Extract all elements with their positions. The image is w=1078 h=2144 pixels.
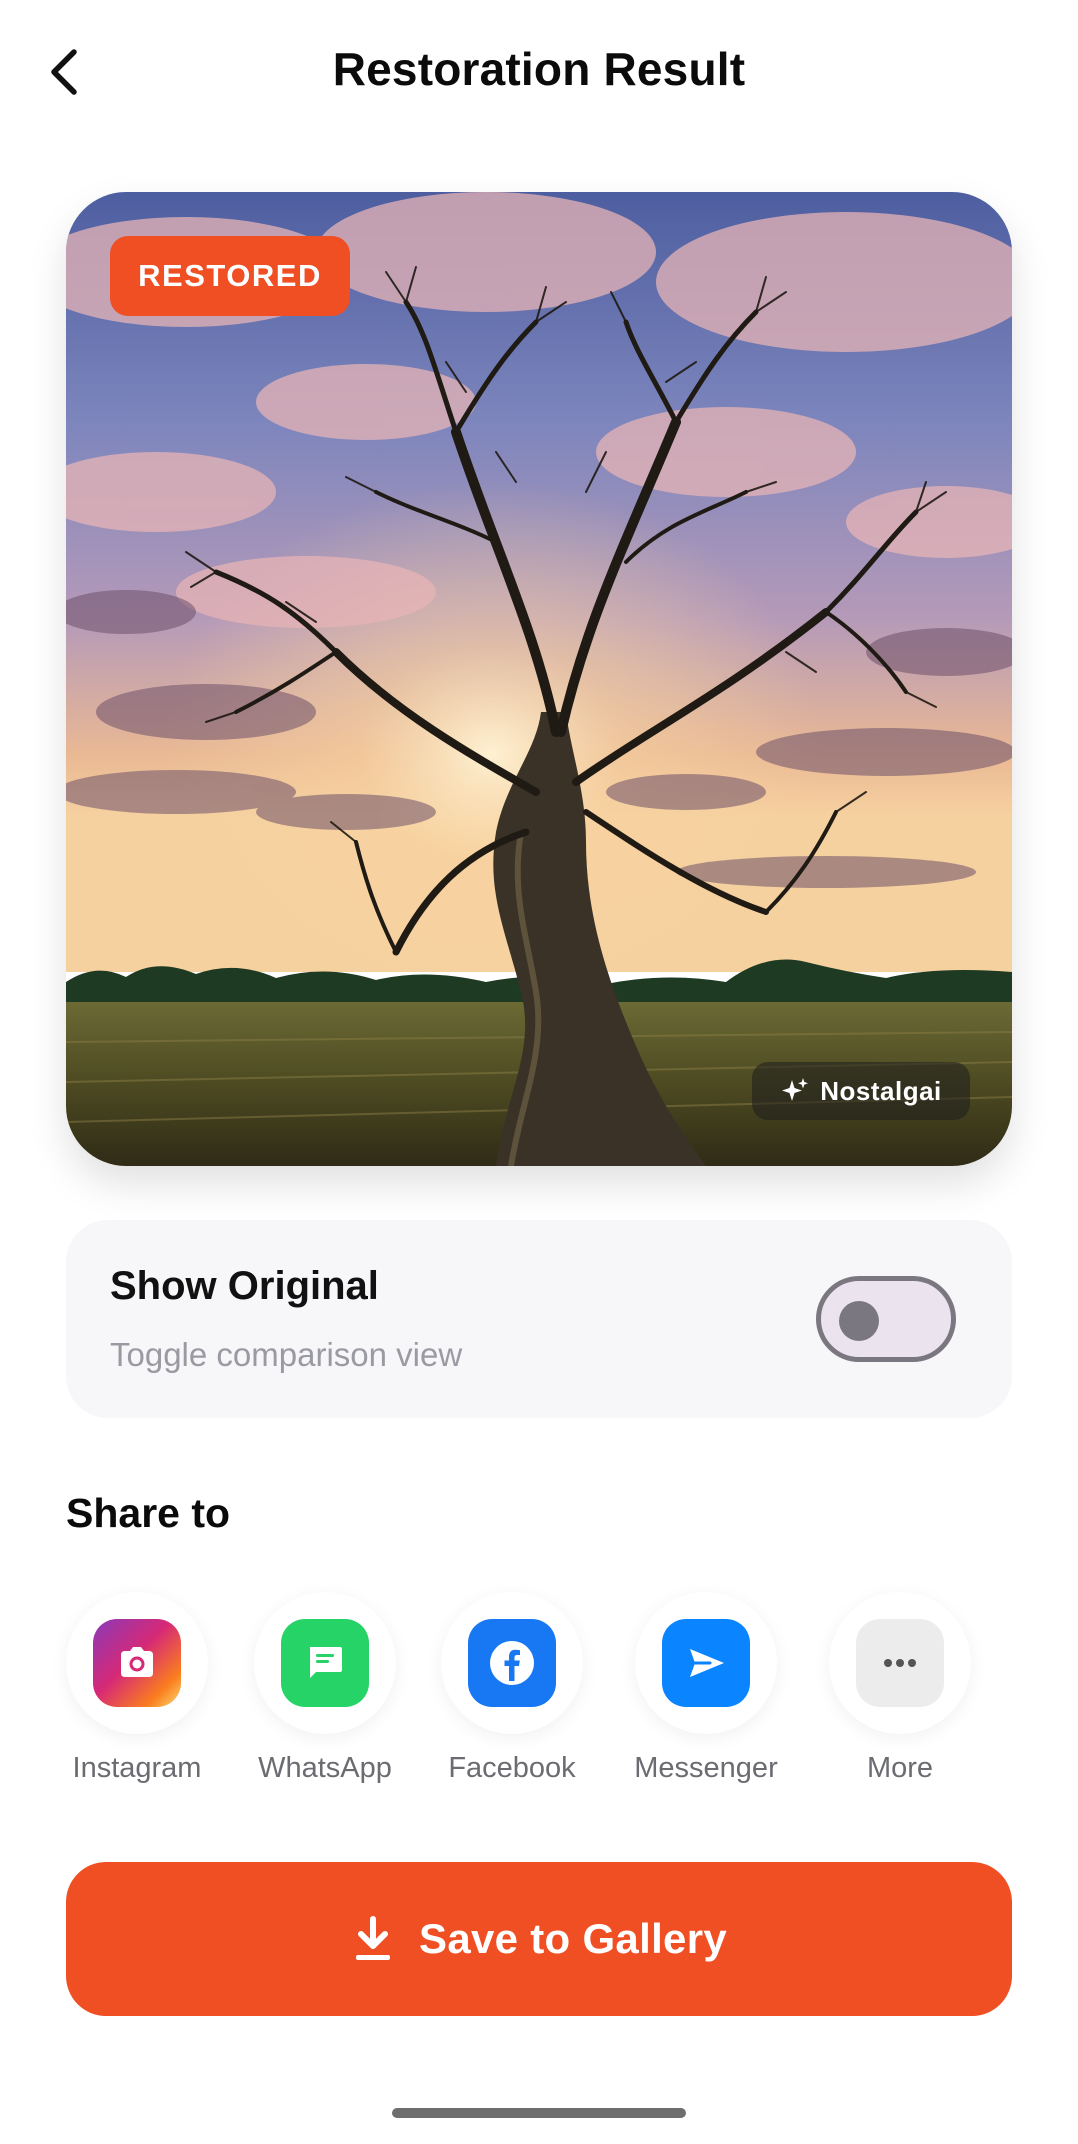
show-original-card: Show Original Toggle comparison view (66, 1220, 1012, 1418)
share-label-instagram: Instagram (72, 1752, 202, 1784)
save-to-gallery-button[interactable]: Save to Gallery (66, 1862, 1012, 2016)
save-button-label: Save to Gallery (419, 1915, 727, 1962)
whatsapp-tile (281, 1619, 369, 1707)
share-label-messenger: Messenger (634, 1752, 778, 1784)
share-more-circle (829, 1592, 971, 1734)
share-instagram-circle (66, 1592, 208, 1734)
share-label-facebook: Facebook (448, 1752, 576, 1784)
photo-image (66, 192, 1012, 1166)
show-original-switch[interactable] (816, 1276, 956, 1362)
messenger-icon (690, 1649, 724, 1677)
facebook-tile (468, 1619, 556, 1707)
more-icon (884, 1659, 916, 1667)
share-messenger-circle (635, 1592, 777, 1734)
switch-knob (839, 1301, 879, 1341)
facebook-icon (490, 1641, 534, 1685)
instagram-tile (93, 1619, 181, 1707)
share-whatsapp[interactable]: WhatsApp (245, 1592, 405, 1802)
download-icon (356, 1916, 390, 1960)
toggle-subtitle: Toggle comparison view (110, 1336, 463, 1373)
app-header: Restoration Result (0, 0, 1078, 145)
share-label-whatsapp: WhatsApp (258, 1752, 392, 1784)
restored-photo[interactable]: RESTORED Nostalgai (66, 192, 1012, 1166)
share-whatsapp-circle (254, 1592, 396, 1734)
share-label-more: More (866, 1752, 934, 1784)
toggle-title: Show Original (110, 1264, 379, 1308)
instagram-icon (121, 1647, 153, 1677)
messenger-tile (662, 1619, 750, 1707)
home-indicator[interactable] (392, 2108, 686, 2118)
whatsapp-icon (310, 1647, 342, 1678)
share-facebook[interactable]: Facebook (432, 1592, 592, 1802)
watermark: Nostalgai (752, 1062, 970, 1120)
share-facebook-circle (441, 1592, 583, 1734)
share-more[interactable]: More (820, 1592, 980, 1802)
share-instagram[interactable]: Instagram (57, 1592, 217, 1802)
restored-badge: RESTORED (110, 236, 350, 316)
watermark-text: Nostalgai (820, 1075, 942, 1106)
more-tile (856, 1619, 944, 1707)
share-title: Share to (66, 1490, 231, 1536)
sparkle-icon (782, 1078, 809, 1101)
page-title: Restoration Result (332, 43, 746, 95)
share-messenger[interactable]: Messenger (626, 1592, 786, 1802)
